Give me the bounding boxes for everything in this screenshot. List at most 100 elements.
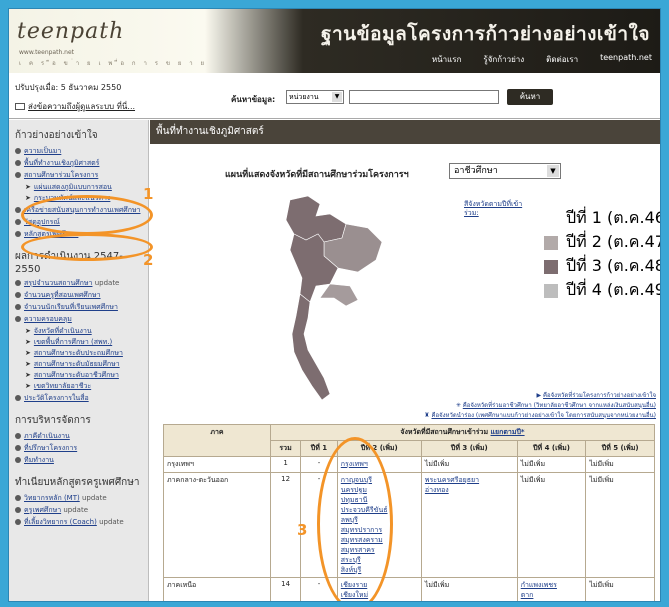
- table-cell: ไม่มีเพิ่ม: [516, 472, 587, 578]
- sidebar-sublink[interactable]: จังหวัดที่ดำเนินงาน: [34, 327, 92, 336]
- annotation-number: 1: [143, 185, 154, 203]
- legend-swatch: [544, 211, 558, 226]
- sidebar-sublink[interactable]: สถานศึกษาระดับประถมศึกษา: [34, 349, 123, 358]
- province-link[interactable]: อ่างทอง: [425, 486, 449, 494]
- sidebar-subitem[interactable]: ➤ แผ่นแสดงภูมิแบบการสอน: [25, 183, 142, 192]
- map-south[interactable]: [291, 293, 331, 401]
- sidebar-sublink[interactable]: เขตวิทยาลัยอาชีวะ: [34, 382, 91, 391]
- table-cell: กรุงเทพฯ: [163, 456, 271, 473]
- site-header: teenpath www.teenpath.net เ ค ร ือ ข ่า …: [9, 9, 660, 73]
- sidebar-link[interactable]: ภาคีดำเนินงาน: [24, 432, 70, 441]
- sidebar-link[interactable]: ทีมทำงาน: [24, 456, 54, 465]
- search-input[interactable]: [349, 90, 499, 104]
- legend-swatch: [544, 235, 558, 250]
- sidebar-item[interactable]: ประวัติโครงการในสื่อ: [15, 394, 142, 403]
- nav-contact[interactable]: ติดต่อเรา: [546, 53, 578, 66]
- main-content: พื้นที่ทำงานเชิงภูมิศาสตร์ แผนที่แสดงจัง…: [150, 120, 661, 601]
- sidebar-link[interactable]: สรุปจำนวนสถานศึกษา: [24, 279, 92, 287]
- bullet-icon: [15, 433, 21, 439]
- table-row: กรุงเทพฯ 1 - กรุงเทพฯ ไม่มีเพิ่ม ไม่มีเพ…: [163, 456, 655, 473]
- sidebar-link[interactable]: พื้นที่ทำงานเชิงภูมิศาสตร์: [24, 159, 99, 168]
- sidebar-link[interactable]: ความเป็นมา: [24, 147, 61, 156]
- nav-home[interactable]: หน้าแรก: [432, 53, 462, 66]
- sidebar-item[interactable]: ครูเพศศึกษา update: [15, 506, 142, 515]
- sidebar-subitem[interactable]: ➤ เขตพื้นที่การศึกษา (สพท.): [25, 338, 142, 347]
- sidebar-item[interactable]: ที่เลี้ยงวิทยากร (Coach) update: [15, 518, 142, 527]
- mail-link[interactable]: ส่งข้อความถึงผู้ดูแลระบบ ที่นี่...: [15, 100, 135, 113]
- arrow-right-icon: ➤: [25, 382, 31, 390]
- sidebar-subitem[interactable]: ➤ เขตวิทยาลัยอาชีวะ: [25, 382, 142, 391]
- site-logo[interactable]: teenpath: [17, 19, 124, 44]
- arrow-right-icon: ➤: [25, 371, 31, 379]
- table-caption-link[interactable]: แยกตามปี*: [491, 428, 525, 436]
- sidebar-subitem[interactable]: ➤ สถานศึกษาระดับมัธยมศึกษา: [25, 360, 142, 369]
- thailand-map[interactable]: [250, 194, 390, 424]
- sidebar-link[interactable]: จำนวนครูที่สอนเพศศึกษา: [24, 291, 101, 300]
- table-header: ปีที่ 4 (เพิ่ม): [516, 440, 587, 457]
- province-link[interactable]: พระนครศรีอยุธยา: [425, 476, 479, 484]
- map-east[interactable]: [319, 283, 359, 307]
- sidebar-item[interactable]: สรุปจำนวนสถานศึกษา update: [15, 279, 142, 288]
- table-caption-text: จังหวัดที่มีสถานศึกษาเข้าร่วม: [400, 428, 489, 436]
- sidebar-item[interactable]: จำนวนครูที่สอนเพศศึกษา: [15, 291, 142, 300]
- sidebar-item[interactable]: ความเป็นมา: [15, 147, 142, 156]
- highlight-ellipse: [21, 233, 153, 261]
- bullet-icon: [15, 172, 21, 178]
- table-row: ภาคเหนือ 14 - เชียงราย เชียงใหม่ ไม่มีเพ…: [163, 577, 655, 601]
- sidebar-section-title: ก้าวย่างอย่างเข้าใจ: [15, 130, 98, 141]
- last-updated: ปรับปรุงเมื่อ: 5 ธันวาคม 2550: [15, 83, 122, 92]
- arrow-right-icon: ➤: [25, 194, 31, 202]
- sidebar-link[interactable]: ที่เลี้ยงวิทยากร (Coach): [24, 518, 97, 526]
- search-scope-value: หน่วยงาน: [289, 93, 319, 101]
- note-text[interactable]: คือจังหวัดนำร่อง (เพศศึกษาแบบก้าวย่างอย่…: [431, 412, 656, 419]
- sidebar-item[interactable]: วิทยากรหลัก (MT) update: [15, 494, 142, 503]
- bullet-icon: [15, 160, 21, 166]
- sidebar-subitem[interactable]: ➤ จังหวัดที่ดำเนินงาน: [25, 327, 142, 336]
- sidebar-sublink[interactable]: แผ่นแสดงภูมิแบบการสอน: [34, 183, 112, 192]
- legend-title: สีจังหวัดตามปีที่เข้าร่วม:: [464, 200, 523, 217]
- search-scope-select[interactable]: หน่วยงาน ▼: [286, 90, 344, 104]
- nav-about[interactable]: รู้จักก้าวย่าง: [483, 53, 524, 66]
- sidebar-sublink[interactable]: สถานศึกษาระดับมัธยมศึกษา: [34, 360, 120, 369]
- sidebar-link[interactable]: สถานศึกษาร่วมโครงการ: [24, 171, 98, 180]
- update-tag: update: [99, 518, 124, 526]
- chevron-down-icon: ▼: [332, 92, 342, 102]
- sidebar-link[interactable]: ครูเพศศึกษา: [24, 506, 61, 514]
- sidebar-link[interactable]: ประวัติโครงการในสื่อ: [24, 394, 89, 403]
- sidebar-subitem[interactable]: ➤ สถานศึกษาระดับประถมศึกษา: [25, 349, 142, 358]
- province-link[interactable]: ตาก: [521, 591, 534, 599]
- sidebar-item[interactable]: ที่ปรึกษาโครงการ: [15, 444, 142, 453]
- sidebar-link[interactable]: ที่ปรึกษาโครงการ: [24, 444, 77, 453]
- sidebar-item[interactable]: จำนวนนักเรียนที่เรียนเพศศึกษา: [15, 303, 142, 312]
- sidebar-section-title: การบริหารจัดการ: [15, 415, 91, 426]
- sidebar-sublink[interactable]: สถานศึกษาระดับอาชีวศึกษา: [34, 371, 119, 380]
- search-button[interactable]: ค้นหา: [507, 89, 553, 105]
- sidebar-link[interactable]: ความครอบคลุม: [24, 315, 72, 324]
- sidebar-item[interactable]: สถานศึกษาร่วมโครงการ: [15, 171, 142, 180]
- province-link[interactable]: กำแพงเพชร: [521, 581, 557, 589]
- sidebar-item[interactable]: พื้นที่ทำงานเชิงภูมิศาสตร์: [15, 159, 142, 168]
- map-type-value: อาชีวศึกษา: [454, 166, 498, 176]
- sidebar-item[interactable]: ความครอบคลุม: [15, 315, 142, 324]
- nav-teenpath[interactable]: teenpath.net: [600, 53, 652, 66]
- legend-label: ปีที่ 3 (ต.ค.48-ก.ย.49): [566, 256, 661, 275]
- sidebar-item[interactable]: ทีมทำงาน: [15, 456, 142, 465]
- map-type-select[interactable]: อาชีวศึกษา ▼: [449, 163, 561, 179]
- arrow-right-icon: ➤: [25, 360, 31, 368]
- sidebar-subitem[interactable]: ➤ สถานศึกษาระดับอาชีวศึกษา: [25, 371, 142, 380]
- table-header: ภาค: [163, 424, 271, 457]
- table-header: ปีที่ 3 (เพิ่ม): [420, 440, 518, 457]
- note-2: ✳ คือจังหวัดที่ร่วมอาชีวศึกษา (วิทยาลัยอ…: [455, 402, 656, 409]
- table-header: รวม: [269, 440, 302, 457]
- sidebar-link[interactable]: จำนวนนักเรียนที่เรียนเพศศึกษา: [24, 303, 118, 312]
- note-text[interactable]: คือจังหวัดที่ร่วมอาชีวศึกษา (วิทยาลัยอาช…: [463, 402, 656, 409]
- note-1: ▶ คือจังหวัดที่ร่วมโครงการก้าวย่างอย่างเ…: [536, 392, 657, 399]
- note-text[interactable]: คือจังหวัดที่ร่วมโครงการก้าวย่างอย่างเข้…: [543, 392, 656, 399]
- bullet-icon: [15, 148, 21, 154]
- bullet-icon: [15, 507, 21, 513]
- table-row: ภาคกลาง-ตะวันออก 12 - กาญจนบุรี นครปฐม ป…: [163, 472, 655, 578]
- sidebar-link[interactable]: วิทยากรหลัก (MT): [24, 494, 80, 502]
- sidebar-item[interactable]: ภาคีดำเนินงาน: [15, 432, 142, 441]
- sidebar-sublink[interactable]: เขตพื้นที่การศึกษา (สพท.): [34, 338, 112, 347]
- chevron-down-icon: ▼: [547, 165, 559, 177]
